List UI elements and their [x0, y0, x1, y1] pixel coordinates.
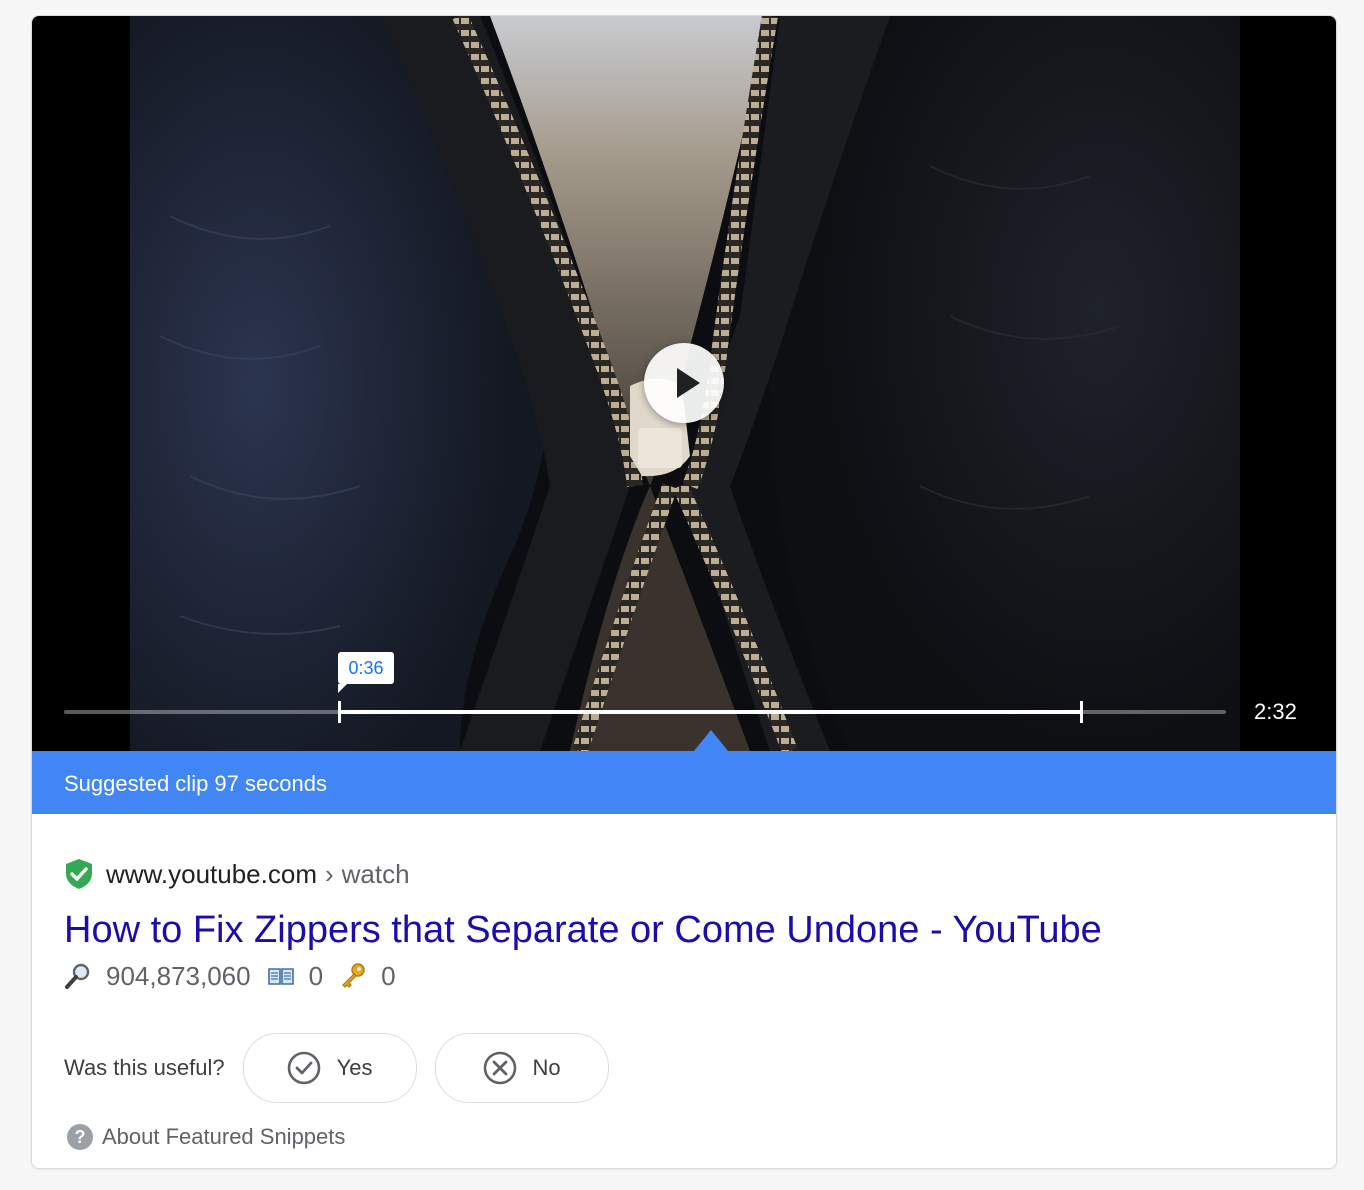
clip-start-marker[interactable]	[338, 701, 342, 723]
feedback-yes-button[interactable]: Yes	[242, 1033, 417, 1103]
clip-end-marker[interactable]	[1079, 701, 1083, 723]
stat-book-count: 0	[308, 960, 324, 991]
about-featured-snippets-link[interactable]: ? About Featured Snippets	[66, 1120, 345, 1154]
play-button[interactable]	[644, 343, 724, 423]
result-domain: www.youtube.com	[106, 858, 317, 889]
check-circle-icon	[287, 1051, 320, 1085]
book-icon	[267, 968, 294, 985]
svg-text:?: ?	[75, 1127, 86, 1147]
stat-key-count: 0	[381, 960, 396, 991]
video-timeline[interactable]	[64, 701, 1226, 723]
key-icon	[342, 963, 365, 988]
video-duration: 2:32	[1254, 699, 1297, 724]
stat-search-volume: 904,873,060	[106, 960, 251, 991]
feedback-no-button[interactable]: No	[434, 1033, 609, 1103]
result-url[interactable]: www.youtube.com › watch	[64, 854, 1304, 894]
help-icon: ?	[67, 1124, 93, 1150]
about-featured-snippets-label: About Featured Snippets	[102, 1124, 346, 1149]
feedback-question: Was this useful?	[64, 1055, 225, 1080]
result-stats: 904,873,060 0 0	[64, 958, 1304, 994]
banner-caret-icon	[694, 730, 728, 751]
x-circle-icon	[483, 1051, 516, 1085]
page: 0:36 2:32 Suggested clip 97 seconds www.…	[0, 0, 1364, 1190]
magnifier-icon	[65, 963, 90, 989]
suggested-clip-banner: Suggested clip 97 seconds	[32, 751, 1336, 814]
clip-start-label: 0:36	[338, 652, 394, 693]
search-result: www.youtube.com › watch How to Fix Zippe…	[64, 854, 1304, 994]
video-player[interactable]: 0:36 2:32	[32, 16, 1336, 751]
suggested-clip-segment[interactable]	[339, 710, 1081, 714]
feedback-no-label: No	[532, 1055, 561, 1080]
feedback-yes-label: Yes	[336, 1055, 373, 1080]
suggested-clip-text: Suggested clip 97 seconds	[64, 771, 327, 796]
play-icon	[677, 368, 700, 398]
breadcrumb-separator: ›	[324, 858, 334, 889]
result-path: watch	[341, 858, 410, 889]
feedback-row: Was this useful? Yes No	[64, 1032, 627, 1104]
result-title-link[interactable]: How to Fix Zippers that Separate or Come…	[64, 908, 1304, 952]
featured-snippet-card: 0:36 2:32 Suggested clip 97 seconds www.…	[31, 15, 1337, 1169]
verified-shield-icon	[66, 859, 92, 889]
